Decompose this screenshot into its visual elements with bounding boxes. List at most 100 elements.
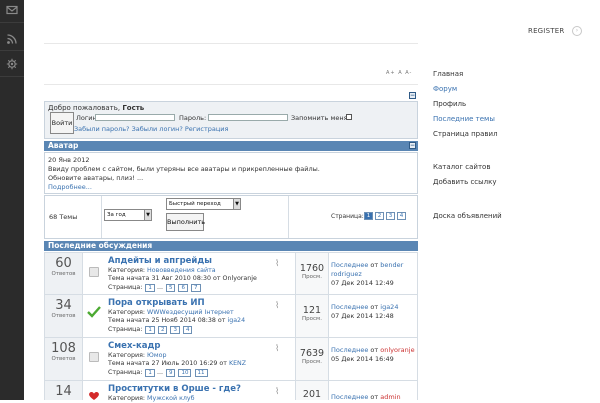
topic-row: 108 Ответов Смех-кадр Категория: Юмор Те… bbox=[44, 338, 418, 381]
announcement-line: Ввиду проблем с сайтом, были утеряны все… bbox=[48, 165, 320, 173]
answers-caption: Ответов bbox=[51, 313, 76, 319]
topic-page-link[interactable]: 7 bbox=[191, 284, 201, 292]
ellipsis: ... bbox=[156, 369, 163, 376]
answers-caption: Ответов bbox=[51, 271, 76, 277]
category-label: Категория: bbox=[108, 352, 146, 359]
collapse-icon[interactable]: − bbox=[409, 142, 416, 149]
topic-title[interactable]: Пора открывать ИП bbox=[108, 298, 205, 308]
from-label: от bbox=[370, 346, 379, 354]
topic-page-link[interactable]: 1 bbox=[145, 284, 155, 292]
started-date: 31 Авг 2010 08:30 bbox=[151, 275, 211, 282]
topic-page-link[interactable]: 6 bbox=[178, 284, 188, 292]
category-link[interactable]: WWWездесущий Інтернет bbox=[147, 309, 234, 316]
more-link[interactable]: Подробнее... bbox=[48, 183, 92, 191]
page-3[interactable]: 3 bbox=[386, 212, 395, 220]
sidebar-item-add-link[interactable]: Добавить ссылку bbox=[433, 178, 497, 186]
jump-select[interactable]: Быстрый переход ▼ bbox=[166, 198, 241, 210]
views-count: 1760 bbox=[299, 263, 325, 274]
views-count: 7639 bbox=[299, 348, 325, 359]
started-date: 25 Нояб 2014 08:38 bbox=[151, 317, 216, 324]
page-4[interactable]: 4 bbox=[397, 212, 406, 220]
check-icon bbox=[87, 306, 101, 320]
last-post-link[interactable]: Последнее bbox=[331, 261, 368, 269]
settings-icon[interactable] bbox=[6, 58, 18, 70]
last-post-user[interactable]: onlyoranje bbox=[380, 346, 414, 354]
topic-page-link[interactable]: 11 bbox=[194, 369, 208, 377]
topic-title[interactable]: Проститутки в Орше - где? bbox=[108, 384, 241, 394]
sidebar-item-bulletin-board[interactable]: Доска объявлений bbox=[433, 212, 502, 220]
starter-name[interactable]: iga24 bbox=[227, 317, 245, 324]
topic-page-link[interactable]: 4 bbox=[182, 326, 193, 334]
period-select[interactable]: За год ▼ bbox=[104, 209, 152, 221]
page-2[interactable]: 2 bbox=[375, 212, 384, 220]
topic-pages: Страница: 1 ... 5 6 7 bbox=[108, 284, 201, 292]
sidebar-item-site-catalog[interactable]: Каталог сайтов bbox=[433, 163, 490, 171]
pages-label: Страница: bbox=[108, 284, 143, 291]
by-label: от bbox=[217, 317, 226, 324]
topic-page-link[interactable]: 1 bbox=[145, 369, 155, 377]
page-1[interactable]: 1 bbox=[364, 212, 373, 220]
starter-name[interactable]: Onlyoranje bbox=[223, 275, 257, 282]
started-date: 27 Июль 2010 16:29 bbox=[151, 360, 218, 367]
greeting: Добро пожаловать, bbox=[48, 104, 121, 112]
forgot-links[interactable]: Забыли пароль? Забыли логин? Регистрация bbox=[74, 125, 228, 133]
topic-page-link[interactable]: 3 bbox=[170, 326, 180, 334]
welcome-text: Добро пожаловать, Гость bbox=[48, 104, 144, 112]
last-post-link[interactable]: Последнее bbox=[331, 346, 368, 354]
rail-divider bbox=[0, 50, 24, 51]
sidebar-item-home[interactable]: Главная bbox=[433, 70, 463, 78]
register-link[interactable]: REGISTER bbox=[528, 27, 564, 35]
category-link[interactable]: Нововведения сайта bbox=[147, 267, 216, 274]
topic-title[interactable]: Апдейты и апгрейды bbox=[108, 256, 212, 266]
views-cell: 121 Просм. bbox=[295, 295, 329, 337]
answers-cell: 108 Ответов bbox=[45, 338, 83, 380]
avatar-announcement: 20 Янв 2012 Ввиду проблем с сайтом, были… bbox=[44, 152, 418, 194]
font-size-controls[interactable]: A+ A A- bbox=[386, 70, 412, 76]
last-post-link[interactable]: Последнее bbox=[331, 303, 368, 311]
go-button[interactable]: Выполнить bbox=[166, 213, 205, 231]
discussions-title: Последние обсуждения bbox=[48, 241, 153, 250]
topic-page-link[interactable]: 1 bbox=[145, 326, 155, 334]
topics-count: 68 Темы bbox=[49, 213, 78, 221]
last-post: Последнее от bender rodriguez 07 Дек 201… bbox=[329, 261, 417, 288]
password-input[interactable] bbox=[208, 114, 288, 121]
topic-row: 60 Ответов Апдейты и апгрейды Категория:… bbox=[44, 252, 418, 295]
guest-name: Гость bbox=[122, 104, 145, 112]
views-caption: Просм. bbox=[302, 274, 322, 280]
collapse-icon[interactable]: − bbox=[409, 92, 416, 99]
last-post-date: 05 Дек 2014 16:49 bbox=[331, 355, 394, 363]
topic-page-link[interactable]: 5 bbox=[165, 284, 176, 292]
topic-page-link[interactable]: 9 bbox=[165, 369, 176, 377]
started-label: Тема начата bbox=[108, 360, 150, 367]
sidebar-item-latest-topics[interactable]: Последние темы bbox=[433, 115, 495, 123]
last-post: Последнее от admin bbox=[329, 393, 417, 402]
login-input[interactable] bbox=[95, 114, 175, 121]
rss-icon[interactable] bbox=[6, 33, 18, 45]
topic-page-link[interactable]: 2 bbox=[157, 326, 168, 334]
sidebar-item-forum[interactable]: Форум bbox=[433, 85, 457, 93]
mail-icon[interactable] bbox=[6, 4, 18, 16]
topic-pages: Страница: 1 ... 9 10 11 bbox=[108, 369, 208, 377]
category-link[interactable]: Юмор bbox=[147, 352, 166, 359]
by-label: от bbox=[219, 360, 227, 367]
answers-cell: 34 Ответов bbox=[45, 295, 83, 337]
answers-cell: 14 bbox=[45, 381, 83, 400]
sidebar-item-profile[interactable]: Профиль bbox=[433, 100, 466, 108]
login-button[interactable]: Войти bbox=[50, 112, 74, 134]
category-link[interactable]: Мужской клуб bbox=[147, 395, 194, 402]
sidebar-item-rules[interactable]: Страница правил bbox=[433, 130, 498, 138]
topic-page-link[interactable]: 10 bbox=[178, 369, 192, 377]
pages-label: Страница: bbox=[108, 326, 143, 333]
last-post-user[interactable]: iga24 bbox=[380, 303, 398, 311]
remember-checkbox[interactable] bbox=[346, 114, 352, 120]
topic-title[interactable]: Смех-кадр bbox=[108, 341, 160, 351]
announcement-line: Обновите аватары, плиз! ... bbox=[48, 174, 144, 182]
ellipsis: ... bbox=[156, 284, 163, 291]
period-select-value: За год bbox=[107, 212, 126, 218]
chevron-down-icon: ▼ bbox=[144, 210, 151, 220]
topic-category: Категория: Юмор bbox=[108, 352, 166, 359]
starter-name[interactable]: KENZ bbox=[229, 360, 246, 367]
rail-divider bbox=[0, 76, 24, 77]
announcement-date: 20 Янв 2012 bbox=[48, 156, 90, 164]
circle-arrow-icon[interactable]: › bbox=[572, 26, 582, 36]
